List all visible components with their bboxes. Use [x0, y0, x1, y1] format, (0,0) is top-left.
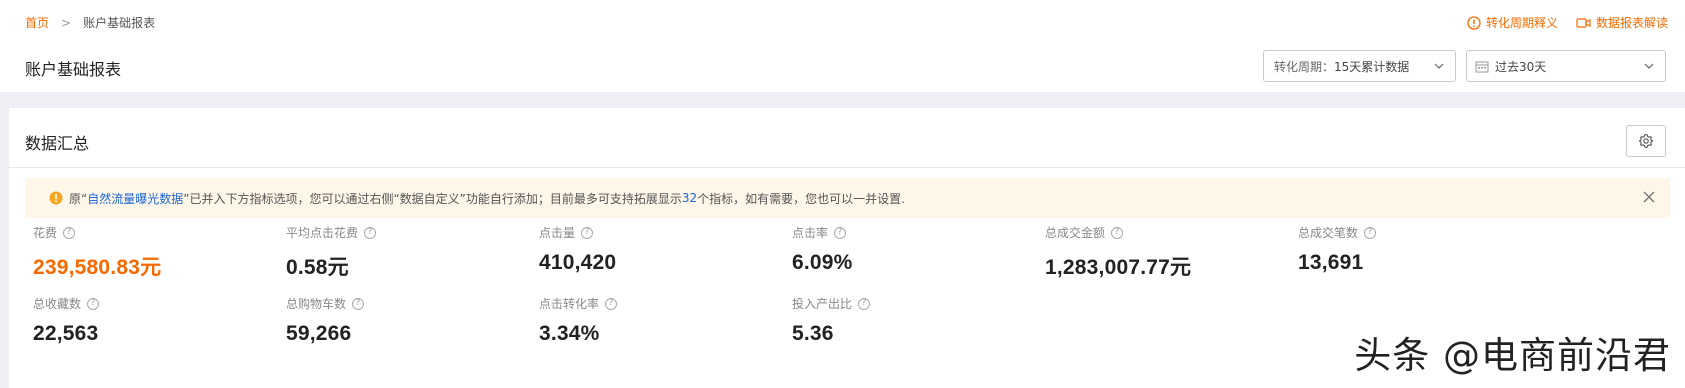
help-icon[interactable]: ? — [858, 297, 871, 310]
period-select[interactable]: 转化周期： 15天累计数据 — [1263, 50, 1456, 82]
notice-prefix: 原“ — [69, 191, 88, 206]
top-links: 转化周期释义 数据报表解读 — [1449, 14, 1668, 31]
period-help-link[interactable]: 转化周期释义 — [1467, 14, 1558, 31]
date-range-value: 过去30天 — [1495, 59, 1547, 74]
metric-favorites: 总收藏数? 22,563 — [33, 295, 100, 346]
header-card: 首页 > 账户基础报表 转化周期释义 数据报表解读 账户基础报表 转化周期： 1… — [0, 0, 1685, 92]
metric-value: 1,283,007.77元 — [1045, 256, 1192, 279]
help-icon[interactable]: ? — [63, 226, 76, 239]
metric-roi: 投入产出比? 5.36 — [792, 295, 871, 346]
help-icon[interactable]: ? — [352, 297, 365, 310]
date-range-select[interactable]: 过去30天 — [1466, 50, 1666, 82]
notice-middle: ”已并入下方指标选项，您可以通过右侧“数据自定义”功能自行添加；目前最多可支持拓… — [183, 191, 682, 206]
calendar-icon — [1475, 61, 1489, 72]
metric-spend: 花费? 239,580.83元 — [33, 224, 161, 281]
section-title: 数据汇总 — [25, 134, 90, 153]
metric-value: 59,266 — [286, 322, 352, 345]
report-help-link[interactable]: 数据报表解读 — [1576, 14, 1668, 31]
warning-icon — [49, 191, 63, 205]
metric-label: 总成交金额 — [1045, 226, 1106, 240]
metric-label: 点击量 — [539, 226, 576, 240]
metric-clicks: 点击量? 410,420 — [539, 224, 616, 275]
custom-metrics-button[interactable] — [1626, 125, 1666, 157]
metric-label: 总购物车数 — [286, 297, 347, 311]
metric-label: 点击率 — [792, 226, 829, 240]
breadcrumb: 首页 > 账户基础报表 — [25, 14, 155, 31]
help-icon[interactable]: ? — [87, 297, 100, 310]
metric-value: 13,691 — [1298, 251, 1364, 274]
notice-banner: 原“ 自然流量曝光数据 ”已并入下方指标选项，您可以通过右侧“数据自定义”功能自行添… — [25, 178, 1670, 218]
metric-label: 花费 — [33, 226, 58, 240]
metric-label: 点击转化率 — [539, 297, 600, 311]
breadcrumb-separator: > — [61, 15, 72, 30]
period-select-value: 15天累计数据 — [1334, 59, 1410, 74]
help-icon[interactable]: ? — [581, 226, 594, 239]
metric-avg-cpc: 平均点击花费? 0.58元 — [286, 224, 377, 281]
metric-value: 5.36 — [792, 322, 834, 345]
chevron-down-icon — [1644, 63, 1654, 69]
gear-icon — [1638, 133, 1654, 149]
help-icon[interactable]: ? — [1364, 226, 1377, 239]
page-title: 账户基础报表 — [25, 60, 122, 79]
period-select-label: 转化周期： — [1274, 59, 1335, 74]
metric-value: 239,580.83元 — [33, 256, 162, 279]
divider — [9, 167, 1685, 168]
metric-label: 平均点击花费 — [286, 226, 359, 240]
notice-suffix: 个指标，如有需要，您也可以一并设置. — [697, 191, 905, 206]
metric-label: 总成交笔数 — [1298, 226, 1359, 240]
breadcrumb-home-link[interactable]: 首页 — [25, 14, 49, 31]
metric-orders: 总成交笔数? 13,691 — [1298, 224, 1377, 275]
help-icon[interactable]: ? — [1111, 226, 1124, 239]
metric-value: 22,563 — [33, 322, 99, 345]
metric-cart-adds: 总购物车数? 59,266 — [286, 295, 365, 346]
metric-gmv: 总成交金额? 1,283,007.77元 — [1045, 224, 1191, 281]
metric-label: 投入产出比 — [792, 297, 853, 311]
metric-value: 6.09% — [792, 251, 853, 274]
metric-label: 总收藏数 — [33, 297, 82, 311]
report-help-label: 数据报表解读 — [1595, 16, 1668, 30]
help-icon[interactable]: ? — [834, 226, 847, 239]
alert-circle-icon — [1467, 15, 1481, 30]
notice-highlight: 自然流量曝光数据 — [87, 191, 184, 206]
metric-value: 410,420 — [539, 251, 617, 274]
breadcrumb-current: 账户基础报表 — [83, 16, 156, 30]
watermark: 头条 @电商前沿君 — [1354, 334, 1671, 377]
metric-ctr: 点击率? 6.09% — [792, 224, 853, 275]
close-icon[interactable] — [1642, 190, 1656, 204]
period-help-label: 转化周期释义 — [1485, 16, 1558, 30]
help-icon[interactable]: ? — [364, 226, 377, 239]
metric-value: 3.34% — [539, 322, 600, 345]
notice-count: 32 — [681, 191, 698, 205]
chevron-down-icon — [1434, 63, 1444, 69]
help-icon[interactable]: ? — [605, 297, 618, 310]
video-icon — [1576, 17, 1591, 28]
metric-cvr: 点击转化率? 3.34% — [539, 295, 618, 346]
metric-value: 0.58元 — [286, 256, 349, 279]
